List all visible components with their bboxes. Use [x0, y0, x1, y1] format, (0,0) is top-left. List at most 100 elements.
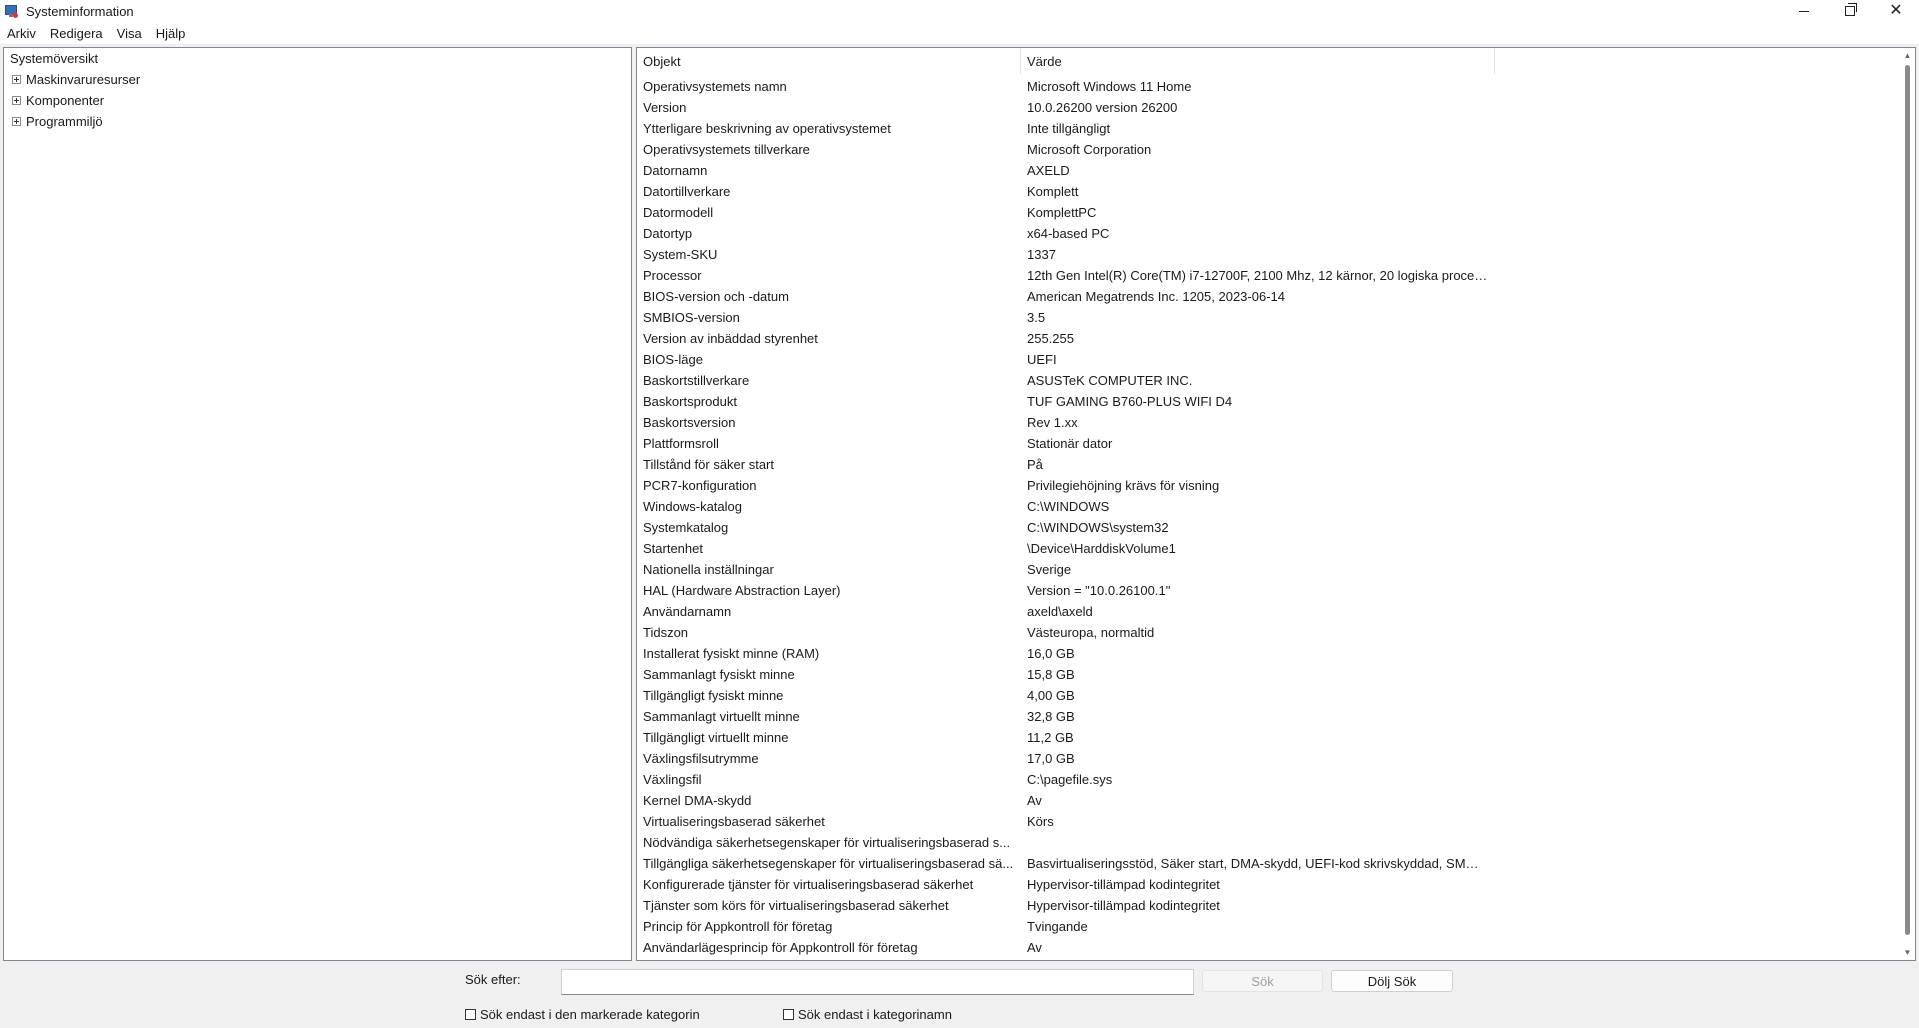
table-row[interactable]: PCR7-konfiguration Privilegiehöjning kräv…: [637, 475, 1899, 496]
tree-item-software-environment[interactable]: Programmiljö: [12, 114, 103, 129]
minimize-button[interactable]: [1781, 0, 1827, 22]
expand-plus-icon[interactable]: [12, 117, 21, 126]
restore-button[interactable]: [1827, 0, 1873, 22]
scroll-up-arrow-icon[interactable]: ▲: [1900, 48, 1915, 63]
table-row[interactable]: Datornamn AXELD: [637, 160, 1899, 181]
search-label: Sök efter:: [465, 972, 521, 987]
category-tree[interactable]: Systemöversikt Maskinvaruresurser Kompon…: [3, 47, 632, 961]
table-row[interactable]: BIOS-läge UEFI: [637, 349, 1899, 370]
cell-value: På: [1027, 457, 1043, 472]
expand-plus-icon[interactable]: [12, 96, 21, 105]
table-row[interactable]: Princip för Appkontroll för företag Tving…: [637, 916, 1899, 937]
cell-object: Windows-katalog: [643, 499, 742, 514]
cell-value: Komplett: [1027, 184, 1079, 199]
column-header-filler: [1495, 48, 1899, 74]
table-row[interactable]: Tjänster som körs för virtualiseringsbas…: [637, 895, 1899, 916]
table-row[interactable]: Version av inbäddad styrenhet 255.255: [637, 328, 1899, 349]
cell-object: Version av inbäddad styrenhet: [643, 331, 818, 346]
tree-item-system-summary[interactable]: Systemöversikt: [10, 51, 98, 66]
table-row[interactable]: Virtualiseringsbaserad säkerhet Körs: [637, 811, 1899, 832]
table-row[interactable]: Kernel DMA-skydd Av: [637, 790, 1899, 811]
expand-plus-icon[interactable]: [12, 75, 21, 84]
table-row[interactable]: Processor 12th Gen Intel(R) Core(TM) i7-1…: [637, 265, 1899, 286]
table-row[interactable]: Tillgängliga säkerhetsegenskaper för vir…: [637, 853, 1899, 874]
cell-object: Tillgängliga säkerhetsegenskaper för vir…: [643, 856, 1014, 871]
table-row[interactable]: Baskortsprodukt TUF GAMING B760-PLUS WIFI…: [637, 391, 1899, 412]
search-input[interactable]: [561, 969, 1194, 995]
tree-item-hardware-resources[interactable]: Maskinvaruresurser: [12, 72, 140, 87]
cell-value: axeld\axeld: [1027, 604, 1093, 619]
table-row[interactable]: Ytterligare beskrivning av operativsyste…: [637, 118, 1899, 139]
close-button[interactable]: ✕: [1873, 0, 1919, 22]
table-row[interactable]: Tillstånd för säker start På: [637, 454, 1899, 475]
table-row[interactable]: Datortillverkare Komplett: [637, 181, 1899, 202]
cell-object: Användarlägesprincip för Appkontroll för…: [643, 940, 918, 955]
search-button[interactable]: Sök: [1202, 970, 1323, 992]
table-row[interactable]: Sammanlagt virtuellt minne 32,8 GB: [637, 706, 1899, 727]
cell-object: BIOS-version och -datum: [643, 289, 789, 304]
table-row[interactable]: Datormodell KomplettPC: [637, 202, 1899, 223]
cell-object: HAL (Hardware Abstraction Layer): [643, 583, 841, 598]
menu-redigera[interactable]: Redigera: [43, 26, 110, 41]
cell-value: Av: [1027, 940, 1042, 955]
table-row[interactable]: Baskortsversion Rev 1.xx: [637, 412, 1899, 433]
table-row[interactable]: BIOS-version och -datum American Megatren…: [637, 286, 1899, 307]
cell-object: Virtualiseringsbaserad säkerhet: [643, 814, 825, 829]
table-row[interactable]: Startenhet \Device\HarddiskVolume1: [637, 538, 1899, 559]
table-row[interactable]: SMBIOS-version 3.5: [637, 307, 1899, 328]
table-row[interactable]: Plattformsroll Stationär dator: [637, 433, 1899, 454]
table-row[interactable]: Installerat fysiskt minne (RAM) 16,0 GB: [637, 643, 1899, 664]
cell-value: Av: [1027, 793, 1042, 808]
cell-value: Version = "10.0.26100.1": [1027, 583, 1171, 598]
table-row[interactable]: Windows-katalog C:\WINDOWS: [637, 496, 1899, 517]
details-list[interactable]: Objekt Värde Operativsystemets namn Micro…: [636, 47, 1916, 961]
table-row[interactable]: Konfigurerade tjänster för virtualiserin…: [637, 874, 1899, 895]
checkbox-selected-category-only[interactable]: Sök endast i den markerade kategorin: [465, 1007, 700, 1022]
checkbox-category-names-only[interactable]: Sök endast i kategorinamn: [783, 1007, 952, 1022]
cell-object: Växlingsfilsutrymme: [643, 751, 759, 766]
cell-value: Rev 1.xx: [1027, 415, 1078, 430]
cell-object: Startenhet: [643, 541, 703, 556]
table-row[interactable]: System-SKU 1337: [637, 244, 1899, 265]
hide-search-button[interactable]: Dölj Sök: [1331, 970, 1453, 992]
checkbox[interactable]: [465, 1009, 476, 1020]
table-row[interactable]: Växlingsfil C:\pagefile.sys: [637, 769, 1899, 790]
cell-value: C:\pagefile.sys: [1027, 772, 1113, 787]
table-row[interactable]: Operativsystemets namn Microsoft Windows …: [637, 76, 1899, 97]
cell-value: Tvingande: [1027, 919, 1088, 934]
vertical-scrollbar[interactable]: ▲ ▼: [1900, 48, 1915, 960]
table-row[interactable]: Växlingsfilsutrymme 17,0 GB: [637, 748, 1899, 769]
cell-object: Installerat fysiskt minne (RAM): [643, 646, 820, 661]
table-row[interactable]: Datortyp x64-based PC: [637, 223, 1899, 244]
table-row[interactable]: Tillgängligt virtuellt minne 11,2 GB: [637, 727, 1899, 748]
menu-visa[interactable]: Visa: [110, 26, 149, 41]
table-row[interactable]: Användarnamn axeld\axeld: [637, 601, 1899, 622]
scroll-down-arrow-icon[interactable]: ▼: [1900, 945, 1915, 960]
cell-object: Användarnamn: [643, 604, 732, 619]
menu-hjalp[interactable]: Hjälp: [149, 26, 193, 41]
cell-object: Växlingsfil: [643, 772, 702, 787]
table-row[interactable]: Baskortstillverkare ASUSTeK COMPUTER INC.: [637, 370, 1899, 391]
column-header-value[interactable]: Värde: [1021, 48, 1495, 74]
cell-object: Baskortstillverkare: [643, 373, 750, 388]
table-row[interactable]: Nationella inställningar Sverige: [637, 559, 1899, 580]
table-row[interactable]: Version 10.0.26200 version 26200: [637, 97, 1899, 118]
table-row[interactable]: Operativsystemets tillverkare Microsoft C…: [637, 139, 1899, 160]
tree-item-components[interactable]: Komponenter: [12, 93, 104, 108]
table-row[interactable]: Systemkatalog C:\WINDOWS\system32: [637, 517, 1899, 538]
cell-object: Baskortsprodukt: [643, 394, 737, 409]
table-row[interactable]: Nödvändiga säkerhetsegenskaper för virtu…: [637, 832, 1899, 853]
title-bar: Systeminformation ✕: [0, 0, 1919, 22]
cell-object: Kernel DMA-skydd: [643, 793, 752, 808]
table-row[interactable]: Sammanlagt fysiskt minne 15,8 GB: [637, 664, 1899, 685]
scrollbar-thumb[interactable]: [1905, 65, 1910, 935]
table-row[interactable]: Användarlägesprincip för Appkontroll för…: [637, 937, 1899, 958]
column-header-object[interactable]: Objekt: [637, 48, 1021, 74]
table-row[interactable]: Tidszon Västeuropa, normaltid: [637, 622, 1899, 643]
checkbox[interactable]: [783, 1009, 794, 1020]
table-row[interactable]: HAL (Hardware Abstraction Layer) Version …: [637, 580, 1899, 601]
window-title: Systeminformation: [26, 3, 134, 19]
table-row[interactable]: Tillgängligt fysiskt minne 4,00 GB: [637, 685, 1899, 706]
cell-value: 1337: [1027, 247, 1056, 262]
menu-arkiv[interactable]: Arkiv: [0, 26, 43, 41]
